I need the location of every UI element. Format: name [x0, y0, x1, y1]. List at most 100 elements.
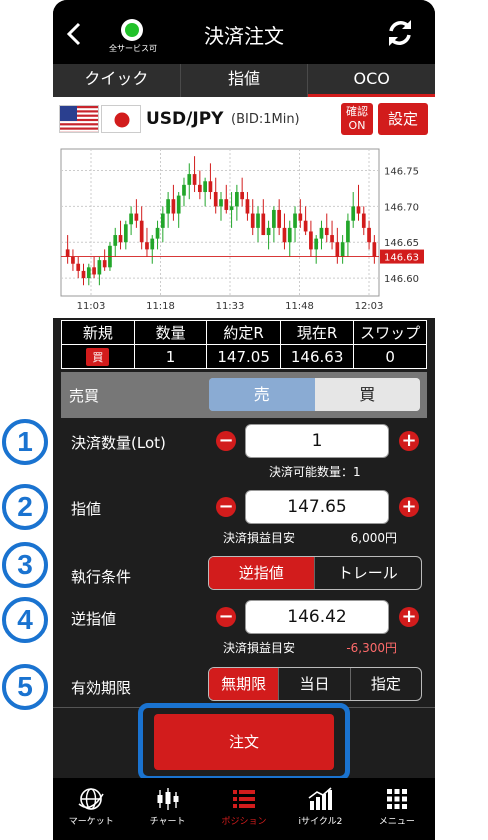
candle-body — [351, 206, 356, 221]
exec-cond-stop-option[interactable]: 逆指値 — [209, 557, 315, 589]
candle-body — [272, 209, 276, 228]
side-selector: 売 買 — [209, 378, 420, 411]
expiry-unlimited-option[interactable]: 無期限 — [209, 668, 280, 700]
stop-pl-label: 決済損益目安 — [223, 641, 296, 655]
side-label: 売買 — [69, 387, 100, 405]
candlestick-icon — [157, 788, 179, 810]
position-table: 新規 数量 約定R 現在R スワップ 買 1 147.05 146.63 0 — [61, 320, 427, 369]
x-tick-label: 11:18 — [146, 301, 175, 312]
candle-body — [76, 263, 81, 271]
price-chart[interactable]: 146.75 146.70 146.65 146.60 11:03 11:18 11:33 1… — [53, 141, 435, 318]
limit-minus-button[interactable]: − — [216, 497, 236, 517]
plot-area — [60, 148, 380, 297]
exec-cond-trail-option[interactable]: トレール — [315, 557, 422, 589]
nav-market[interactable]: マーケット — [53, 778, 129, 840]
candle-body — [277, 209, 282, 228]
quantity-input[interactable]: 1 — [245, 424, 389, 458]
candle-body — [155, 227, 160, 239]
nav-chart[interactable]: チャート — [129, 778, 205, 840]
callout-3: 3 — [2, 542, 48, 588]
candle-body — [298, 213, 303, 221]
candle-body — [240, 192, 245, 200]
candle-body — [123, 224, 128, 243]
bottom-nav: マーケット チャート ポジション iサイクル2 メニュー — [53, 778, 435, 840]
expiry-specify-option[interactable]: 指定 — [351, 668, 421, 700]
stop-label: 逆指値 — [71, 610, 117, 628]
order-button[interactable]: 注文 — [154, 714, 334, 770]
callout-2: 2 — [2, 484, 48, 530]
header-current-rate: 現在R — [279, 320, 355, 345]
candle-body — [361, 213, 366, 228]
tab-limit[interactable]: 指値 — [181, 64, 309, 97]
side-sell-option[interactable]: 売 — [209, 378, 315, 411]
confirm-toggle-button[interactable]: 確認 ON — [341, 103, 373, 135]
limit-plus-button[interactable]: + — [399, 497, 419, 517]
candle-body — [330, 235, 334, 243]
stop-minus-button[interactable]: − — [216, 607, 236, 627]
expiry-label: 有効期限 — [71, 679, 132, 697]
candle-body — [97, 260, 102, 275]
header-exec-rate: 約定R — [206, 320, 281, 345]
x-tick-label: 11:33 — [216, 301, 245, 312]
order-type-tabs: クイック 指値 OCO — [53, 64, 435, 97]
quantity-label: 決済数量(Lot) — [71, 434, 166, 452]
limit-price-input[interactable]: 147.65 — [245, 490, 389, 524]
jp-flag-icon — [101, 105, 141, 133]
expiry-selector: 無期限 当日 指定 — [208, 667, 422, 701]
settings-button[interactable]: 設定 — [378, 103, 428, 135]
stop-plus-button[interactable]: + — [399, 607, 419, 627]
quantity-minus-button[interactable]: − — [216, 431, 236, 451]
candle-body — [145, 242, 149, 250]
cell-exec-rate: 147.05 — [206, 344, 281, 369]
candle-body — [81, 270, 86, 279]
candle-body — [150, 238, 155, 250]
candle-body — [245, 199, 250, 214]
quantity-available: 決済可能数量：1 — [269, 465, 361, 479]
candle-body — [303, 220, 308, 232]
candle-body — [86, 267, 91, 279]
candle-body — [118, 235, 123, 243]
candle-body — [324, 227, 329, 236]
refresh-icon[interactable] — [383, 16, 417, 50]
candle-body — [346, 220, 350, 243]
candle-body — [192, 174, 197, 185]
currency-pair-bar: USD/JPY (BID:1Min) 確認 ON 設定 — [53, 97, 435, 141]
cell-current-rate: 146.63 — [279, 344, 355, 369]
expiry-today-option[interactable]: 当日 — [279, 668, 351, 700]
candle-body — [287, 227, 292, 243]
nav-menu[interactable]: メニュー — [359, 778, 435, 840]
header-swap: スワップ — [353, 320, 427, 345]
candle-body — [340, 242, 345, 257]
side-buy-option[interactable]: 買 — [314, 378, 420, 411]
stop-price-input[interactable]: 146.42 — [245, 600, 389, 634]
exec-cond-selector: 逆指値 トレール — [208, 556, 422, 590]
cell-swap: 0 — [353, 344, 427, 369]
candle-body — [266, 227, 271, 236]
candle-body — [229, 206, 234, 210]
cell-side: 買 — [61, 344, 135, 369]
candle-body — [176, 195, 181, 214]
candle-body — [203, 181, 207, 193]
nav-chart-label: チャート — [149, 817, 186, 827]
grid-icon — [386, 789, 407, 809]
header-qty: 数量 — [133, 320, 208, 345]
candle-body — [187, 174, 192, 185]
candle-body — [235, 192, 239, 207]
candle-body — [319, 227, 324, 239]
nav-position[interactable]: ポジション — [206, 778, 282, 840]
quantity-plus-button[interactable]: + — [399, 431, 419, 451]
tab-oco[interactable]: OCO — [308, 64, 435, 97]
candle-body — [129, 213, 133, 225]
tab-quick[interactable]: クイック — [53, 64, 181, 97]
bar-chart-icon — [308, 787, 333, 810]
candle-body — [65, 249, 70, 257]
confirm-state: ON — [348, 119, 366, 132]
nav-icycle[interactable]: iサイクル2 — [282, 778, 358, 840]
buy-badge: 買 — [86, 348, 110, 366]
candle-body — [256, 213, 260, 228]
candle-body — [219, 199, 223, 207]
candle-body — [213, 192, 218, 207]
limit-pl-label: 決済損益目安 — [223, 531, 296, 545]
nav-icycle-label: iサイクル2 — [298, 817, 343, 827]
x-tick-label: 11:03 — [77, 301, 106, 312]
